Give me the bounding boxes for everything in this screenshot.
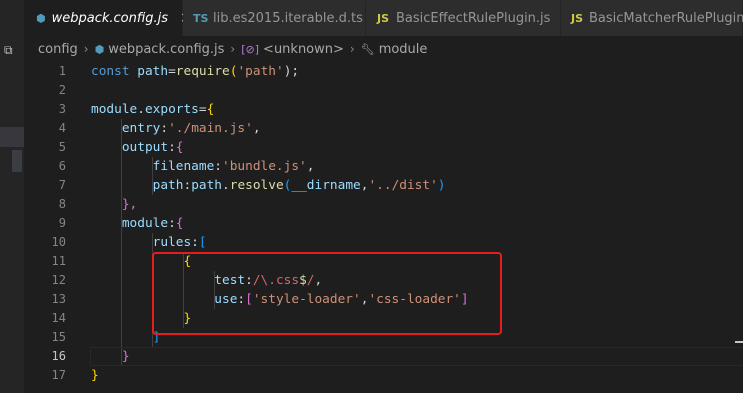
- tab-label: webpack.config.js: [51, 10, 169, 26]
- explorer-icon[interactable]: ⧉: [4, 44, 17, 57]
- code-text: entry:'./main.js',: [121, 121, 261, 136]
- code-line: 9 module:{: [26, 214, 743, 233]
- code-text: output:{: [121, 140, 184, 155]
- tab-label: lib.es2015.iterable.d.ts: [213, 10, 363, 26]
- code-text: module.exports={: [91, 102, 215, 117]
- line-number: 17: [51, 368, 66, 382]
- line-number: 10: [51, 235, 66, 249]
- breadcrumb-folder[interactable]: config: [38, 42, 78, 57]
- code-line: 6 filename:'bundle.js',: [26, 157, 743, 176]
- code-editor[interactable]: 1 const path=require('path'); 2 3 module…: [26, 62, 743, 393]
- webpack-icon: ⬢: [94, 42, 105, 56]
- line-number: 5: [58, 140, 66, 154]
- code-line: 7 path:path.resolve(__dirname,'../dist'): [26, 176, 743, 195]
- line-number: 4: [58, 121, 66, 135]
- code-line: 1 const path=require('path');: [26, 62, 743, 81]
- line-number: 2: [58, 83, 66, 97]
- code-text: rules:[: [152, 235, 207, 250]
- variable-icon: [⊘]: [241, 42, 260, 56]
- code-line: 10 rules:[: [26, 233, 743, 252]
- current-line-highlight: [90, 347, 743, 366]
- scrollbar-cursor-marker: [735, 341, 743, 343]
- typescript-icon: TS: [193, 11, 209, 25]
- line-number: 14: [51, 311, 66, 325]
- line-number: 6: [58, 159, 66, 173]
- chevron-right-icon: ›: [349, 42, 355, 56]
- chevron-right-icon: ›: [230, 42, 236, 56]
- code-text: filename:'bundle.js',: [152, 159, 315, 174]
- code-text: }: [91, 368, 99, 383]
- code-line: 8 },: [26, 195, 743, 214]
- code-line-current: 16 }: [26, 347, 743, 366]
- javascript-icon: JS: [571, 11, 584, 25]
- line-number: 11: [51, 254, 66, 268]
- sidebar-scrollbar[interactable]: [12, 150, 22, 172]
- line-number: 12: [51, 273, 66, 287]
- breadcrumb-symbol-unknown[interactable]: <unknown>: [263, 42, 344, 57]
- code-text: module:{: [121, 216, 184, 231]
- code-text: const path=require('path');: [91, 64, 300, 79]
- code-text: },: [121, 197, 138, 212]
- line-number: 15: [51, 330, 66, 344]
- line-number: 7: [58, 178, 66, 192]
- tab-basic-effect-rule-plugin[interactable]: JS BasicEffectRulePlugin.js: [366, 0, 561, 36]
- breadcrumb-file[interactable]: webpack.config.js: [108, 42, 224, 57]
- code-line: 2: [26, 81, 743, 100]
- breadcrumb-symbol-module[interactable]: module: [379, 42, 428, 57]
- line-number: 9: [58, 216, 66, 230]
- activity-bar: ⧉: [0, 0, 24, 393]
- tab-lib-es2015[interactable]: TS lib.es2015.iterable.d.ts: [183, 0, 366, 36]
- tab-basic-matcher-rule-plugin[interactable]: JS BasicMatcherRulePlugin.js: [561, 0, 743, 36]
- code-line: 17 }: [26, 366, 743, 385]
- breadcrumb: config › ⬢ webpack.config.js › [⊘] <unkn…: [26, 36, 743, 62]
- line-number: 16: [51, 349, 66, 363]
- javascript-icon: JS: [376, 11, 389, 25]
- code-text: path:path.resolve(__dirname,'../dist'): [152, 178, 446, 193]
- line-number: 13: [51, 292, 66, 306]
- line-number: 1: [58, 64, 66, 78]
- tab-label: BasicMatcherRulePlugin.js: [589, 10, 743, 26]
- highlight-annotation-box: [152, 252, 502, 335]
- webpack-icon: ⬢: [36, 11, 46, 25]
- code-text: ]: [152, 330, 161, 345]
- editor-tab-bar: ⬢ webpack.config.js × TS lib.es2015.iter…: [26, 0, 743, 36]
- tab-webpack-config[interactable]: ⬢ webpack.config.js ×: [26, 0, 192, 36]
- line-number: 3: [58, 102, 66, 116]
- code-line: 4 entry:'./main.js',: [26, 119, 743, 138]
- tab-label: BasicEffectRulePlugin.js: [396, 10, 551, 26]
- chevron-right-icon: ›: [83, 42, 89, 56]
- code-line: 3 module.exports={: [26, 100, 743, 119]
- activity-selected-item[interactable]: [0, 127, 24, 147]
- code-text: }: [121, 349, 130, 364]
- wrench-icon: 🔧︎: [360, 42, 375, 56]
- line-number: 8: [58, 197, 66, 211]
- code-line: 5 output:{: [26, 138, 743, 157]
